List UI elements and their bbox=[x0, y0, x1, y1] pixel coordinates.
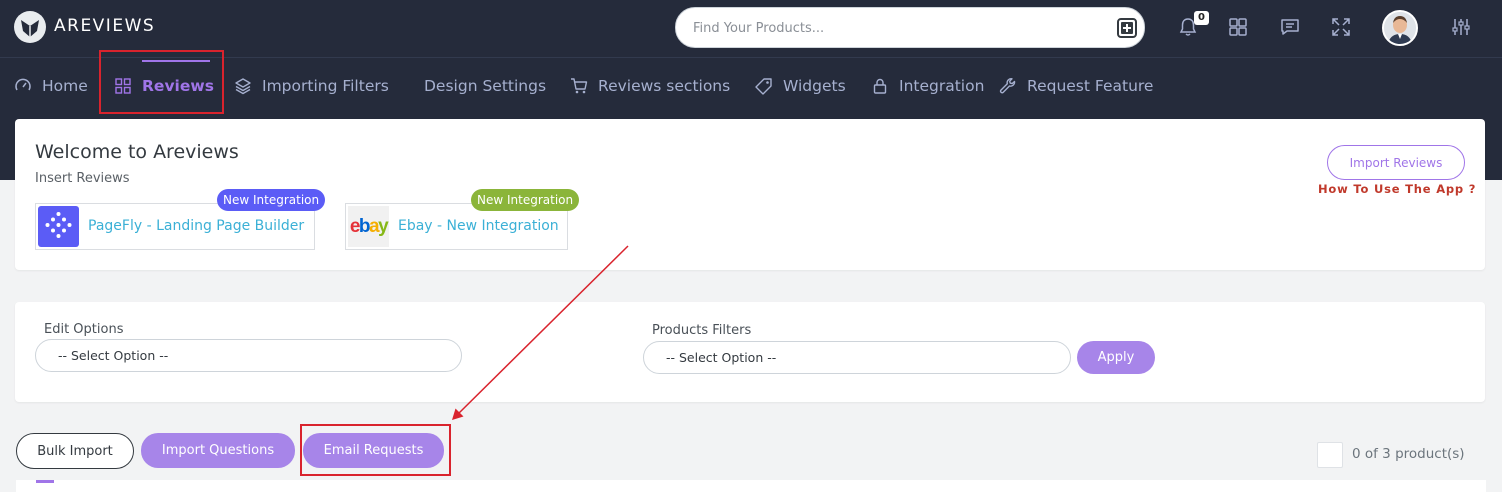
pagefly-logo bbox=[38, 206, 79, 247]
user-photo-icon bbox=[1384, 12, 1416, 44]
highlight-reviews-tab bbox=[99, 50, 224, 114]
nav-item-design-settings[interactable]: Design Settings bbox=[424, 60, 546, 112]
nav-item-label: Widgets bbox=[783, 77, 846, 95]
table-header-marker bbox=[36, 480, 54, 483]
wrench-icon bbox=[999, 78, 1016, 94]
nav-item-label: Integration bbox=[899, 77, 985, 95]
grid-icon[interactable] bbox=[1227, 16, 1249, 38]
integration-name: PageFly - Landing Page Builder bbox=[88, 218, 305, 234]
fullscreen-icon[interactable] bbox=[1330, 16, 1352, 38]
nav-item-label: Importing Filters bbox=[262, 77, 389, 95]
product-count: 0 of 3 product(s) bbox=[1352, 446, 1465, 462]
edit-options-label: Edit Options bbox=[44, 322, 124, 337]
highlight-email-requests bbox=[300, 424, 451, 476]
logo-icon[interactable] bbox=[14, 11, 46, 43]
settings-sliders-icon[interactable] bbox=[1450, 16, 1472, 38]
lock-icon bbox=[873, 78, 887, 94]
nav-item-importing-filters[interactable]: Importing Filters bbox=[234, 60, 389, 112]
import-questions-button[interactable]: Import Questions bbox=[141, 433, 295, 468]
search-input[interactable] bbox=[693, 18, 1093, 38]
chat-icon[interactable] bbox=[1279, 16, 1301, 38]
page-title: Welcome to Areviews bbox=[35, 141, 239, 163]
select-all-checkbox[interactable] bbox=[1317, 442, 1343, 468]
search-box[interactable] bbox=[675, 7, 1145, 48]
nav-item-home[interactable]: Home bbox=[14, 60, 88, 112]
nav-item-widgets[interactable]: Widgets bbox=[755, 60, 846, 112]
how-to-use-link[interactable]: How To Use The App ? bbox=[1318, 182, 1476, 196]
welcome-card: Welcome to Areviews Insert Reviews PageF… bbox=[15, 119, 1485, 270]
products-filters-label: Products Filters bbox=[652, 323, 752, 338]
new-integration-badge: New Integration bbox=[471, 189, 580, 211]
apply-button[interactable]: Apply bbox=[1077, 341, 1155, 374]
main-nav: Home Reviews Importing Filters Design Se… bbox=[0, 60, 1502, 116]
brand-name[interactable]: AREVIEWS bbox=[54, 16, 155, 36]
nav-item-label: Home bbox=[42, 77, 88, 95]
nav-item-integration[interactable]: Integration bbox=[871, 60, 984, 112]
nav-item-label: Request Feature bbox=[1027, 77, 1154, 95]
cart-icon bbox=[571, 78, 588, 94]
ebay-logo: ebay bbox=[348, 206, 389, 247]
nav-item-label: Design Settings bbox=[424, 77, 547, 95]
avatar[interactable] bbox=[1382, 10, 1418, 46]
layers-icon bbox=[235, 78, 251, 95]
integration-name: Ebay - New Integration bbox=[398, 218, 559, 234]
tag-icon bbox=[755, 78, 772, 95]
new-integration-badge: New Integration bbox=[217, 189, 326, 211]
add-product-icon[interactable] bbox=[1116, 17, 1138, 39]
bulk-import-button[interactable]: Bulk Import bbox=[16, 433, 134, 469]
edit-options-select[interactable]: -- Select Option -- bbox=[35, 339, 462, 372]
top-bar: AREVIEWS 0 bbox=[0, 0, 1502, 58]
gauge-icon bbox=[15, 78, 31, 91]
products-filters-select[interactable]: -- Select Option -- bbox=[643, 341, 1071, 374]
import-reviews-button[interactable]: Import Reviews bbox=[1327, 145, 1465, 180]
products-table-card bbox=[16, 480, 1486, 492]
nav-item-reviews-sections[interactable]: Reviews sections bbox=[570, 60, 730, 112]
section-subtitle: Insert Reviews bbox=[35, 171, 130, 186]
nav-item-label: Reviews sections bbox=[598, 77, 731, 95]
notification-badge: 0 bbox=[1194, 11, 1209, 25]
nav-item-request-feature[interactable]: Request Feature bbox=[999, 60, 1153, 112]
filters-card: Edit Options -- Select Option -- Product… bbox=[15, 302, 1485, 402]
